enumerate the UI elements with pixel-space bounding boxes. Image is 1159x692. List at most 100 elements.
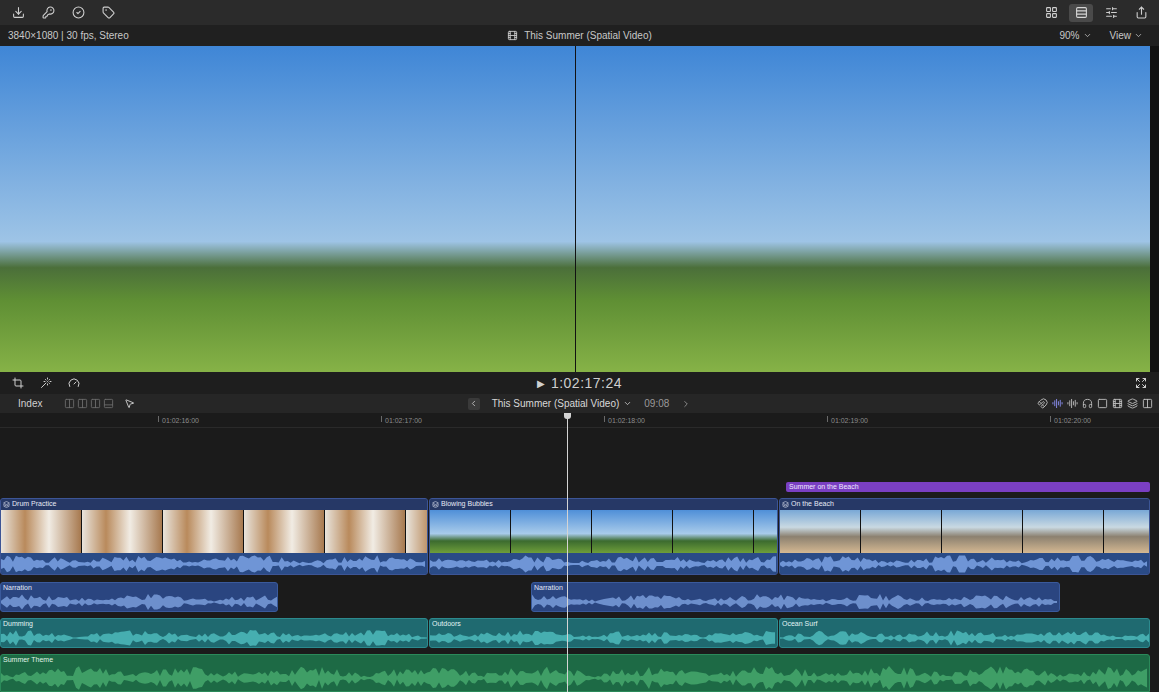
top-toolbar bbox=[0, 0, 1159, 25]
transform-button[interactable] bbox=[6, 374, 30, 392]
thumbnail bbox=[244, 510, 324, 553]
final-cut-window: 3840×1080 | 30 fps, Stereo This Summer (S… bbox=[0, 0, 1159, 692]
filmstrip bbox=[1, 510, 427, 553]
clip-icon bbox=[432, 501, 439, 508]
share-button[interactable] bbox=[1129, 4, 1153, 22]
effects-waveform bbox=[1, 629, 427, 647]
timeline: 01:02:16:0001:02:17:0001:02:18:0001:02:1… bbox=[0, 413, 1159, 692]
thumbnail bbox=[430, 510, 510, 553]
audio-skimming-icon[interactable] bbox=[1067, 398, 1078, 409]
fullscreen-button[interactable] bbox=[1129, 374, 1153, 392]
background-tasks-button[interactable] bbox=[66, 4, 90, 22]
clip-icon bbox=[3, 501, 10, 508]
chevron-down-icon bbox=[623, 399, 632, 408]
check-icon bbox=[72, 6, 85, 19]
thumbnail bbox=[592, 510, 672, 553]
primary-storyline: Drum Practice Blowing Bubbles On the Beach bbox=[0, 498, 1159, 575]
retime-button[interactable] bbox=[62, 374, 86, 392]
thumbnail bbox=[673, 510, 753, 553]
thumbnail bbox=[325, 510, 405, 553]
thumbnail bbox=[1104, 510, 1150, 553]
thumbnail bbox=[1, 510, 81, 553]
timeline-toggle[interactable] bbox=[1069, 4, 1093, 22]
crop-icon bbox=[12, 377, 24, 389]
import-button[interactable] bbox=[6, 4, 30, 22]
effects-clip[interactable]: Ocean Surf bbox=[779, 618, 1150, 648]
narration-clip[interactable]: Narration bbox=[531, 582, 1060, 612]
video-clip[interactable]: Drum Practice bbox=[0, 498, 428, 575]
ruler-tick: 01:02:16:00 bbox=[158, 413, 381, 427]
transitions-icon[interactable] bbox=[1142, 398, 1153, 409]
ruler-tick: 01:02:19:00 bbox=[827, 413, 1050, 427]
filmstrip bbox=[780, 510, 1149, 553]
key-icon bbox=[42, 6, 55, 19]
title-clip[interactable]: Summer on the Beach bbox=[786, 482, 1150, 492]
share-icon bbox=[1135, 6, 1148, 19]
wand-icon bbox=[40, 377, 52, 389]
video-clip[interactable]: Blowing Bubbles bbox=[429, 498, 778, 575]
viewer-title: This Summer (Spatial Video) bbox=[524, 28, 652, 43]
right-eye-frame bbox=[576, 46, 1150, 372]
thumbnail bbox=[780, 510, 860, 553]
viewer bbox=[0, 46, 1159, 372]
thumbnail bbox=[1023, 510, 1103, 553]
zoom-menu[interactable]: 90% bbox=[1059, 28, 1091, 43]
index-button[interactable]: Index bbox=[6, 396, 54, 411]
rows-icon bbox=[1075, 6, 1088, 19]
thumbnail bbox=[82, 510, 162, 553]
ruler-tick: 01:02:20:00 bbox=[1050, 413, 1159, 427]
project-duration: 09:08 bbox=[644, 396, 669, 411]
clip-name: Drum Practice bbox=[12, 499, 56, 510]
viewer-controls: ▶1:02:17:24 bbox=[0, 372, 1159, 394]
tag-button[interactable] bbox=[96, 4, 120, 22]
effects-clip[interactable]: Outdoors bbox=[429, 618, 778, 648]
pointer-tool-icon[interactable] bbox=[124, 398, 135, 409]
narration-clip[interactable]: Narration bbox=[0, 582, 278, 612]
browser-toggle[interactable] bbox=[1039, 4, 1063, 22]
effects-waveform bbox=[430, 629, 777, 647]
format-info: 3840×1080 | 30 fps, Stereo bbox=[8, 28, 308, 43]
video-clip[interactable]: On the Beach bbox=[779, 498, 1150, 575]
thumbnail bbox=[406, 510, 428, 553]
playhead[interactable] bbox=[567, 413, 568, 692]
download-icon bbox=[12, 6, 25, 19]
filmstrip bbox=[430, 510, 777, 553]
thumbnail bbox=[511, 510, 591, 553]
grid-icon bbox=[1045, 6, 1058, 19]
audio-waveform bbox=[430, 554, 777, 574]
chevron-down-icon bbox=[1134, 31, 1143, 40]
skimming-icon[interactable] bbox=[1052, 398, 1063, 409]
thumbnail bbox=[942, 510, 1022, 553]
music-waveform bbox=[1, 665, 1149, 691]
ruler-tick: 01:02:18:00 bbox=[604, 413, 827, 427]
connect-icon[interactable] bbox=[64, 398, 75, 409]
effects-lane: DummingOutdoorsOcean Surf bbox=[0, 618, 1159, 648]
thumbnail bbox=[163, 510, 243, 553]
speed-icon bbox=[68, 377, 80, 389]
keyword-button[interactable] bbox=[36, 4, 60, 22]
audio-waveform bbox=[780, 554, 1149, 574]
tag-icon bbox=[102, 6, 115, 19]
append-icon[interactable] bbox=[90, 398, 101, 409]
inspector-toggle[interactable] bbox=[1099, 4, 1123, 22]
clip-appearance-icon[interactable] bbox=[1097, 398, 1108, 409]
effects-browser-icon[interactable] bbox=[1127, 398, 1138, 409]
back-button[interactable] bbox=[468, 398, 480, 410]
solo-icon[interactable] bbox=[1082, 398, 1093, 409]
view-menu[interactable]: View bbox=[1110, 28, 1144, 43]
insert-icon[interactable] bbox=[77, 398, 88, 409]
timeline-toolbar: Index This Summer (Spatial Video) 09:08 bbox=[0, 394, 1159, 413]
music-clip[interactable]: Summer Theme bbox=[0, 654, 1150, 692]
project-menu[interactable]: This Summer (Spatial Video) bbox=[492, 396, 633, 411]
sliders-icon bbox=[1105, 6, 1118, 19]
thumbnail bbox=[861, 510, 941, 553]
overwrite-icon[interactable] bbox=[103, 398, 114, 409]
effects-clip[interactable]: Dumming bbox=[0, 618, 428, 648]
forward-icon[interactable] bbox=[681, 399, 691, 409]
left-eye-frame bbox=[0, 46, 575, 372]
clip-name: Blowing Bubbles bbox=[441, 499, 493, 510]
clip-display-icon[interactable] bbox=[1112, 398, 1123, 409]
enhance-button[interactable] bbox=[34, 374, 58, 392]
snapping-icon[interactable] bbox=[1037, 398, 1048, 409]
play-button[interactable]: ▶ bbox=[537, 376, 545, 391]
